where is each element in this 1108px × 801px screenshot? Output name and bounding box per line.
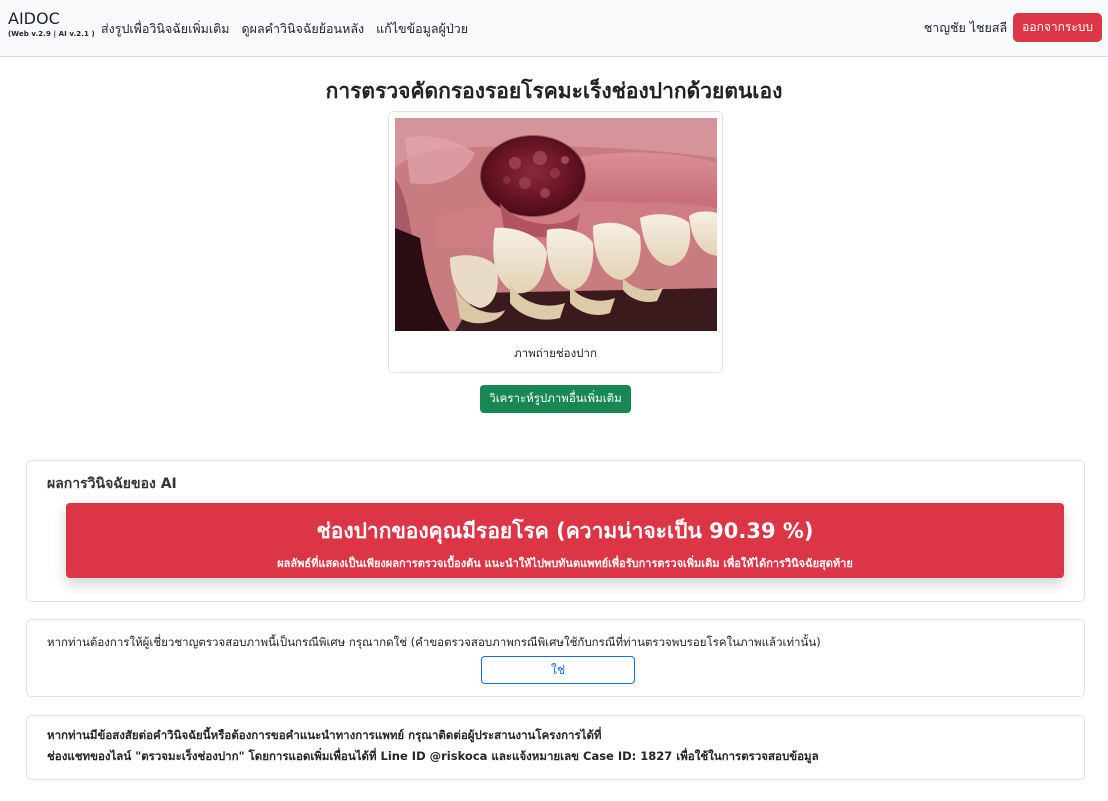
contact-card: หากท่านมีข้อสงสัยต่อคำวินิจฉัยนี้หรือต้อ… — [26, 715, 1085, 780]
contact-line-2: ช่องแชทของไลน์ "ตรวจมะเร็งช่องปาก" โดยกา… — [47, 749, 819, 763]
version-label: (Web v.2.9 | AI v.2.1 ) — [8, 30, 95, 38]
oral-photo — [395, 118, 717, 331]
page-title: การตรวจคัดกรองรอยโรคมะเร็งช่องปากด้วยตนเ… — [325, 79, 783, 103]
result-main-text: ช่องปากของคุณมีรอยโรค (ความน่าจะเป็น 90.… — [316, 519, 814, 543]
nav-link-history[interactable]: ดูผลคำวินิจฉัยย้อนหลัง — [242, 19, 365, 39]
brand[interactable]: AIDOC (Web v.2.9 | AI v.2.1 ) — [8, 10, 95, 39]
ai-result-card: ผลการวินิจฉัยของ AI ช่องปากของคุณมีรอยโร… — [26, 460, 1085, 602]
contact-line-1: หากท่านมีข้อสงสัยต่อคำวินิจฉัยนี้หรือต้อ… — [47, 728, 602, 742]
logout-button[interactable]: ออกจากระบบ — [1013, 13, 1102, 42]
brand-name[interactable]: AIDOC — [8, 10, 95, 28]
user-name: ชาญชัย ไชยสลี — [923, 19, 1008, 35]
yes-button[interactable]: ใช่ — [481, 656, 635, 684]
result-heading: ผลการวินิจฉัยของ AI — [47, 476, 177, 492]
nav-link-submit-image[interactable]: ส่งรูปเพื่อวินิจฉัยเพิ่มเติม — [101, 19, 230, 39]
result-note: ผลลัพธ์ที่แสดงเป็นเพียงผลการตรวจเบื้องต้… — [277, 557, 853, 570]
result-alert: ช่องปากของคุณมีรอยโรค (ความน่าจะเป็น 90.… — [66, 503, 1064, 578]
expert-review-card: หากท่านต้องการให้ผู้เชี่ยวชาญตรวจสอบภาพน… — [26, 619, 1085, 697]
top-navbar: AIDOC (Web v.2.9 | AI v.2.1 ) ส่งรูปเพื่… — [0, 0, 1108, 57]
nav-links: ส่งรูปเพื่อวินิจฉัยเพิ่มเติม ดูผลคำวินิจ… — [101, 19, 468, 39]
expert-review-text: หากท่านต้องการให้ผู้เชี่ยวชาญตรวจสอบภาพน… — [47, 635, 821, 649]
nav-link-edit-patient[interactable]: แก้ไขข้อมูลผู้ป่วย — [376, 19, 468, 39]
photo-caption: ภาพถ่ายช่องปาก — [514, 346, 597, 360]
analyze-more-button[interactable]: วิเคราะห์รูปภาพอื่นเพิ่มเติม — [480, 385, 631, 413]
photo-card: ภาพถ่ายช่องปาก — [388, 111, 723, 373]
nav-user-area: ชาญชัย ไชยสลี ออกจากระบบ — [924, 13, 1102, 42]
